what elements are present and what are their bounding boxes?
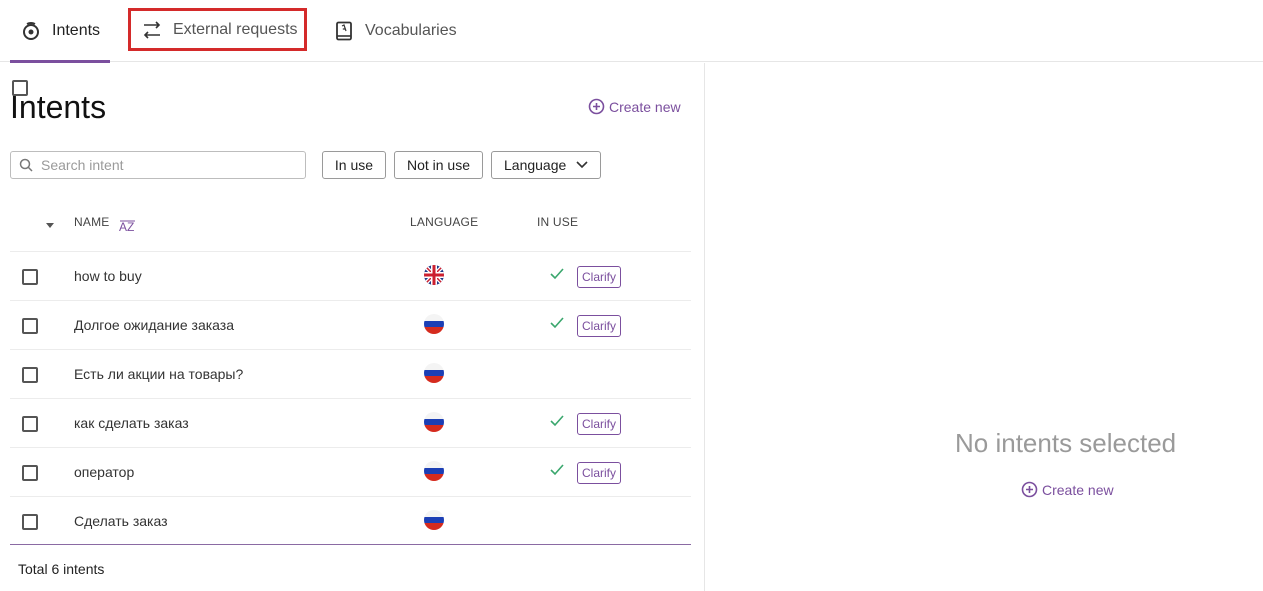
clarify-badge[interactable]: Clarify (577, 462, 622, 484)
sort-az-icon[interactable]: AZ (118, 219, 138, 233)
book-icon (333, 20, 355, 42)
intent-name: how to buy (74, 268, 142, 284)
filter-language-label: Language (504, 157, 567, 173)
intents-list-panel: Intents Create new In use Not in use Lan… (0, 63, 705, 591)
tab-intents-label: Intents (52, 22, 101, 39)
caret-down-icon[interactable] (45, 223, 55, 229)
uk-flag-icon (424, 265, 444, 285)
clarify-badge[interactable]: Clarify (577, 266, 622, 288)
in-use-check-icon (550, 268, 564, 280)
total-count: Total 6 intents (18, 561, 105, 577)
tab-bar: Intents External requests Vocabularies (0, 0, 1263, 63)
intent-name: Сделать заказ (74, 513, 168, 529)
empty-state-text: No intents selected (955, 428, 1177, 458)
intents-table: how to buy Clarify Долгое ожидание заказ… (10, 251, 691, 545)
svg-text:A: A (119, 220, 127, 233)
intent-name: оператор (74, 464, 135, 480)
search-icon (19, 158, 33, 172)
table-row[interactable]: Есть ли акции на товары? (10, 349, 691, 398)
tab-external-requests[interactable]: External requests (128, 8, 307, 51)
column-header-language: LANGUAGE (410, 215, 479, 229)
create-new-right-button[interactable]: Create new (1021, 481, 1114, 498)
table-row[interactable]: как сделать заказ Clarify (10, 398, 691, 447)
filter-in-use-button[interactable]: In use (322, 151, 386, 179)
create-new-label: Create new (609, 98, 681, 115)
row-checkbox[interactable] (22, 367, 38, 383)
column-header-name[interactable]: NAME (74, 215, 109, 229)
filter-language-dropdown[interactable]: Language (491, 151, 601, 179)
intents-gear-icon (20, 20, 42, 42)
search-box (10, 151, 306, 179)
row-checkbox[interactable] (22, 514, 38, 530)
chevron-down-icon (576, 161, 588, 169)
row-checkbox[interactable] (22, 465, 38, 481)
api-exchange-icon (141, 19, 163, 41)
tab-external-requests-label: External requests (173, 20, 298, 38)
clarify-badge[interactable]: Clarify (577, 315, 622, 337)
in-use-check-icon (550, 464, 564, 476)
create-new-button[interactable]: Create new (588, 98, 681, 115)
table-row[interactable]: Долгое ожидание заказа Clarify (10, 300, 691, 349)
clarify-badge[interactable]: Clarify (577, 413, 622, 435)
column-header-in-use: IN USE (537, 215, 579, 229)
table-row[interactable]: Сделать заказ (10, 496, 691, 545)
ru-flag-icon (424, 461, 444, 481)
intent-name: Есть ли акции на товары? (74, 366, 244, 382)
tab-vocabularies-label: Vocabularies (365, 22, 457, 39)
intent-name: как сделать заказ (74, 415, 189, 431)
plus-circle-icon (588, 98, 605, 115)
tab-vocabularies[interactable]: Vocabularies (333, 0, 457, 62)
tab-intents[interactable]: Intents (10, 0, 110, 63)
table-row[interactable]: how to buy Clarify (10, 251, 691, 300)
ru-flag-icon (424, 510, 444, 530)
row-checkbox[interactable] (22, 269, 38, 285)
create-new-right-label: Create new (1042, 481, 1114, 498)
row-checkbox[interactable] (22, 318, 38, 334)
plus-circle-icon (1021, 481, 1038, 498)
ru-flag-icon (424, 314, 444, 334)
ru-flag-icon (424, 363, 444, 383)
in-use-check-icon (550, 415, 564, 427)
row-checkbox[interactable] (22, 416, 38, 432)
intent-name: Долгое ожидание заказа (74, 317, 235, 333)
in-use-check-icon (550, 317, 564, 329)
select-all-checkbox[interactable] (12, 80, 28, 96)
table-row[interactable]: оператор Clarify (10, 447, 691, 496)
ru-flag-icon (424, 412, 444, 432)
search-input[interactable] (41, 157, 291, 173)
svg-text:Z: Z (127, 220, 134, 233)
filter-not-in-use-button[interactable]: Not in use (394, 151, 483, 179)
